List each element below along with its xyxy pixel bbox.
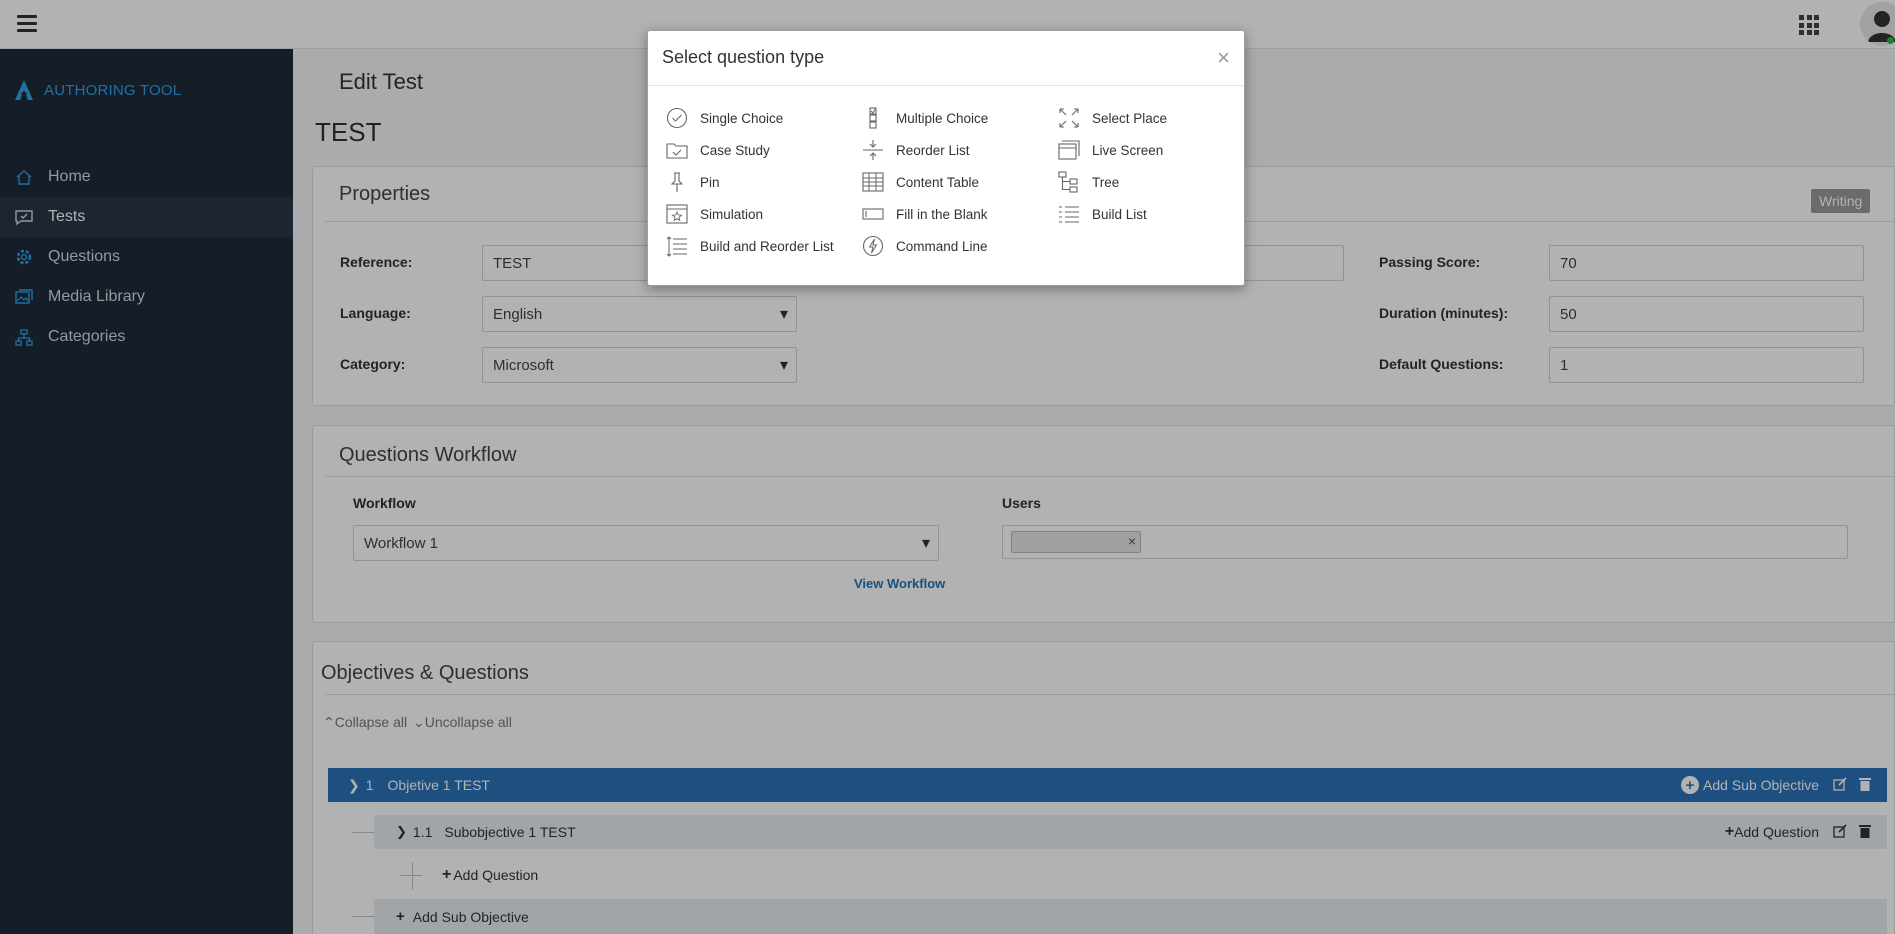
question-type-tree[interactable]: Tree [1058,170,1236,194]
pin-icon [666,171,688,193]
grid-spacer [1058,234,1236,258]
question-type-fill-in-the-blank[interactable]: Fill in the Blank [862,202,1058,226]
question-type-command-line[interactable]: Command Line [862,234,1058,258]
reorder-arrows-icon [862,139,884,161]
question-type-reorder-list[interactable]: Reorder List [862,138,1058,162]
bolt-circle-icon [862,235,884,257]
question-type-label: Tree [1092,174,1120,190]
question-type-label: Simulation [700,206,764,222]
question-type-label: Case Study [700,142,770,158]
question-type-label: Live Screen [1092,142,1164,158]
question-type-build-and-reorder-list[interactable]: Build and Reorder List [666,234,862,258]
folder-check-icon [666,139,688,161]
modal-title: Select question type [662,47,825,67]
question-type-single-choice[interactable]: Single Choice [666,106,862,130]
modal-header: Select question type × [648,31,1244,86]
question-type-pin[interactable]: Pin [666,170,862,194]
question-type-label: Build and Reorder List [700,238,834,254]
question-type-simulation[interactable]: Simulation [666,202,862,226]
question-type-live-screen[interactable]: Live Screen [1058,138,1236,162]
question-type-grid: Single Choice Multiple Choice Select Pla… [666,106,1236,258]
question-type-label: Command Line [896,238,988,254]
question-type-case-study[interactable]: Case Study [666,138,862,162]
question-type-label: Content Table [896,174,980,190]
question-type-label: Select Place [1092,110,1168,126]
star-window-icon [666,203,688,225]
question-type-content-table[interactable]: Content Table [862,170,1058,194]
tree-icon [1058,171,1080,193]
question-type-label: Pin [700,174,720,190]
table-icon [862,171,884,193]
question-type-label: Fill in the Blank [896,206,988,222]
select-question-type-modal: Select question type × Single Choice Mul… [647,30,1245,286]
question-type-build-list[interactable]: Build List [1058,202,1236,226]
question-type-label: Build List [1092,206,1147,222]
stacked-checkbox-icon [862,107,884,129]
question-type-select-place[interactable]: Select Place [1058,106,1236,130]
list-reorder-icon [666,235,688,257]
question-type-label: Single Choice [700,110,784,126]
question-type-label: Multiple Choice [896,110,989,126]
expand-arrows-icon [1058,107,1080,129]
question-type-multiple-choice[interactable]: Multiple Choice [862,106,1058,130]
question-type-label: Reorder List [896,142,970,158]
build-list-icon [1058,203,1080,225]
window-stack-icon [1058,139,1080,161]
text-field-icon [862,203,884,225]
check-circle-icon [666,107,688,129]
close-icon[interactable]: × [1217,47,1230,69]
